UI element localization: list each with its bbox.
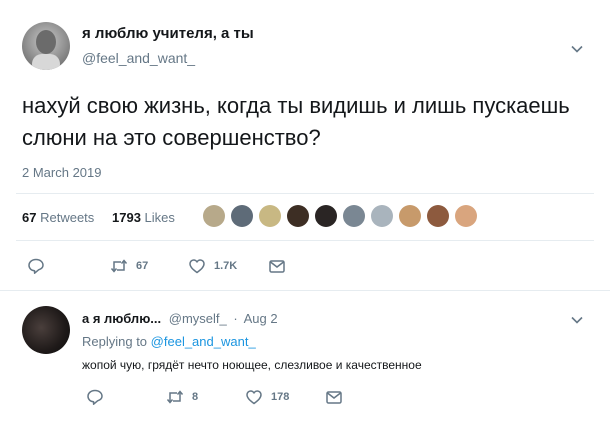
reply-direct-message-button[interactable]	[325, 388, 343, 406]
liker-avatar[interactable]	[455, 205, 477, 227]
liker-avatar[interactable]	[259, 205, 281, 227]
liker-avatar[interactable]	[315, 205, 337, 227]
likes-label: Likes	[144, 210, 175, 225]
liker-avatar[interactable]	[399, 205, 421, 227]
tweet-date[interactable]: 2 March 2019	[22, 165, 102, 180]
liker-avatar[interactable]	[287, 205, 309, 227]
tweet-text: нахуй свою жизнь, когда ты видишь и лишь…	[22, 93, 570, 150]
retweet-icon	[166, 390, 184, 404]
chevron-down-icon	[571, 316, 583, 324]
like-icon	[189, 259, 205, 274]
reply-author-name[interactable]: а я люблю...	[82, 311, 161, 326]
likes-stat[interactable]: 1793 Likes	[112, 210, 175, 225]
reply-author-handle[interactable]: @myself_	[169, 311, 227, 326]
retweet-icon	[110, 259, 128, 273]
author-handle[interactable]: @feel_and_want_	[82, 50, 195, 66]
liker-avatar[interactable]	[343, 205, 365, 227]
reply-like-count: 178	[271, 391, 290, 403]
retweets-stat[interactable]: 67 Retweets	[22, 210, 94, 225]
liker-avatar[interactable]	[231, 205, 253, 227]
reply-icon	[87, 389, 103, 405]
author-avatar[interactable]	[22, 22, 70, 70]
reply-text: жопой чую, грядёт нечто ноющее, слезливо…	[82, 358, 422, 372]
divider	[16, 240, 594, 241]
divider	[16, 193, 594, 194]
reply-menu-button[interactable]	[570, 313, 584, 332]
reply-button[interactable]	[27, 257, 45, 275]
reply-reply-button[interactable]	[86, 388, 104, 406]
like-icon	[246, 390, 262, 405]
reply-retweet-button[interactable]: 8	[166, 388, 198, 406]
chevron-down-icon	[571, 45, 583, 53]
liker-avatar[interactable]	[427, 205, 449, 227]
like-button[interactable]: 1.7K	[188, 257, 237, 275]
replying-to-prefix: Replying to	[82, 334, 148, 349]
reply-separator: ·	[233, 311, 238, 326]
retweets-label: Retweets	[40, 210, 95, 225]
replying-to-handle[interactable]: @feel_and_want_	[151, 334, 256, 349]
reply-icon	[28, 258, 44, 274]
reply-header: а я люблю... @myself_ · Aug 2	[82, 311, 278, 326]
tweet-menu-button[interactable]	[570, 42, 584, 61]
liker-avatar[interactable]	[371, 205, 393, 227]
message-icon	[269, 260, 285, 273]
reply-retweet-count: 8	[192, 391, 199, 403]
divider	[0, 290, 610, 291]
like-count: 1.7K	[214, 260, 238, 272]
liker-avatar[interactable]	[203, 205, 225, 227]
retweets-count: 67	[22, 210, 37, 225]
message-icon	[326, 391, 342, 404]
likes-count: 1793	[112, 210, 141, 225]
author-name[interactable]: я люблю учителя, а ты	[82, 25, 254, 42]
retweet-count: 67	[136, 260, 149, 272]
direct-message-button[interactable]	[268, 257, 286, 275]
reply-date[interactable]: Aug 2	[244, 311, 278, 326]
retweet-button[interactable]: 67	[110, 257, 148, 275]
replying-to: Replying to @feel_and_want_	[82, 334, 256, 349]
reply-author-avatar[interactable]	[22, 306, 70, 354]
reply-like-button[interactable]: 178	[245, 388, 289, 406]
